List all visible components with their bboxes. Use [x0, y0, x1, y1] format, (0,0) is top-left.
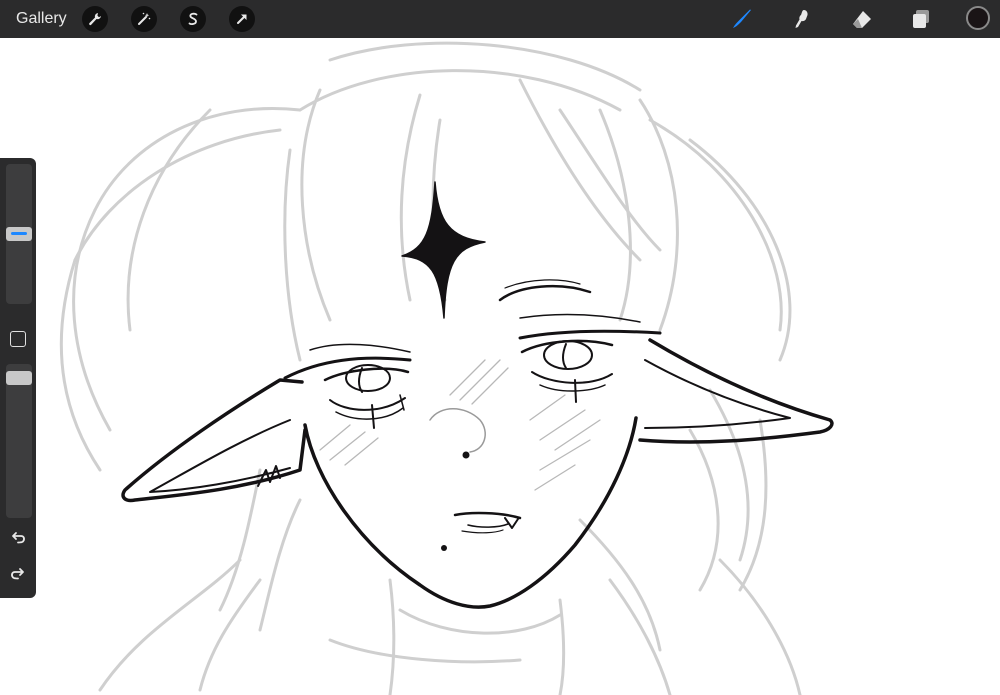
brush-size-slider[interactable] [6, 164, 32, 304]
procreate-window: Gallery [0, 0, 1000, 695]
magic-wand-icon [138, 12, 151, 25]
color-picker-button[interactable] [966, 6, 990, 30]
transform-button[interactable] [229, 6, 255, 32]
selection-s-icon [188, 12, 198, 25]
layers-icon [913, 10, 929, 28]
left-sidebar [0, 158, 36, 598]
selection-button[interactable] [180, 6, 206, 32]
layers-button[interactable] [907, 5, 935, 33]
wrench-icon [89, 13, 101, 26]
drawing-canvas[interactable] [0, 38, 1000, 695]
brush-tool-button[interactable] [728, 5, 756, 33]
adjustments-button[interactable] [131, 6, 157, 32]
brush-icon [733, 9, 751, 28]
top-toolbar: Gallery [0, 0, 1000, 38]
arrow-cursor-icon [237, 14, 247, 24]
opacity-slider[interactable] [6, 364, 32, 518]
modify-button[interactable] [10, 331, 26, 347]
eraser-icon [853, 11, 871, 28]
actions-button[interactable] [82, 6, 108, 32]
opacity-thumb[interactable] [6, 371, 32, 385]
smudge-tool-button[interactable] [788, 5, 816, 33]
brush-size-indicator [11, 232, 27, 235]
redo-icon[interactable] [8, 566, 28, 586]
lineart-layer [121, 181, 834, 609]
eraser-tool-button[interactable] [848, 5, 876, 33]
gallery-button[interactable]: Gallery [16, 0, 67, 38]
sketch-layer [59, 41, 802, 695]
smudge-icon [795, 10, 808, 28]
brush-size-thumb[interactable] [6, 227, 32, 241]
undo-icon[interactable] [8, 530, 28, 550]
